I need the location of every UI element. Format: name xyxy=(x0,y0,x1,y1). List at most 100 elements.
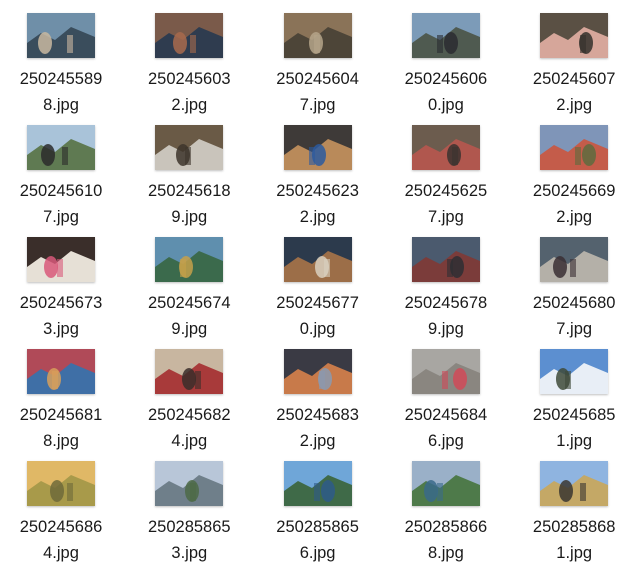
file-name-line-1: 250285865 xyxy=(148,518,231,536)
file-item[interactable]: 250245606 0.jpg xyxy=(383,13,509,123)
photo-thumbnail-icon[interactable] xyxy=(283,349,352,394)
photo-thumbnail-icon[interactable] xyxy=(27,461,95,506)
file-name-line-1: 250245677 xyxy=(276,294,359,312)
file-name-line-1: 250285866 xyxy=(404,518,488,536)
photo-thumbnail-icon[interactable] xyxy=(411,13,480,58)
file-name-line-1: 250245603 xyxy=(148,70,231,88)
photo-thumbnail-icon[interactable] xyxy=(283,13,352,58)
file-name-line-1: 250245589 xyxy=(19,70,103,88)
file-name-label: 250245607 2.jpg xyxy=(511,66,633,118)
file-item[interactable]: 250245677 0.jpg xyxy=(255,237,381,347)
file-item[interactable]: 250245686 4.jpg xyxy=(0,461,124,571)
file-item[interactable]: 250245681 8.jpg xyxy=(0,349,124,459)
file-name-label: 250245625 7.jpg xyxy=(383,178,509,230)
photo-thumbnail-icon[interactable] xyxy=(155,13,224,58)
photo-thumbnail-icon[interactable] xyxy=(155,125,224,170)
photo-thumbnail-icon[interactable] xyxy=(155,237,224,282)
photo-thumbnail-icon[interactable] xyxy=(540,461,609,506)
file-name-line-1: 250245604 xyxy=(276,70,359,88)
photo-thumbnail-icon[interactable] xyxy=(540,237,609,282)
photo-thumbnail-icon[interactable] xyxy=(27,237,95,282)
file-name-label: 250245610 7.jpg xyxy=(0,178,124,230)
file-name-label: 250245604 7.jpg xyxy=(255,66,381,118)
file-name-line-1: 250245685 xyxy=(532,406,616,424)
file-item[interactable]: 250245589 8.jpg xyxy=(0,13,124,123)
file-item[interactable]: 250245685 1.jpg xyxy=(511,349,633,459)
file-name-line-2: 0.jpg xyxy=(428,96,464,114)
photo-thumbnail-icon[interactable] xyxy=(411,237,480,282)
file-name-line-1: 250245673 xyxy=(19,294,103,312)
file-item[interactable]: 250245682 4.jpg xyxy=(126,349,252,459)
photo-thumbnail-icon[interactable] xyxy=(283,237,352,282)
file-item[interactable]: 250285865 6.jpg xyxy=(255,461,381,571)
file-item[interactable]: 250245604 7.jpg xyxy=(255,13,381,123)
file-item[interactable]: 250245607 2.jpg xyxy=(511,13,633,123)
file-name-label: 250245677 0.jpg xyxy=(255,290,381,342)
file-item[interactable]: 250245625 7.jpg xyxy=(383,125,509,235)
file-item[interactable]: 250245673 3.jpg xyxy=(0,237,124,347)
file-item[interactable]: 250285866 8.jpg xyxy=(383,461,509,571)
file-name-label: 250245674 9.jpg xyxy=(126,290,252,342)
file-name-line-1: 250245680 xyxy=(532,294,616,312)
file-name-line-2: 1.jpg xyxy=(556,432,593,450)
file-name-line-2: 3.jpg xyxy=(171,544,208,562)
file-item[interactable]: 250245680 7.jpg xyxy=(511,237,633,347)
file-item[interactable]: 250245674 9.jpg xyxy=(126,237,252,347)
file-name-label: 250245678 9.jpg xyxy=(383,290,509,342)
photo-thumbnail-icon[interactable] xyxy=(27,349,95,394)
file-item[interactable]: 250245623 2.jpg xyxy=(255,125,381,235)
file-name-line-2: 6.jpg xyxy=(428,432,464,450)
file-name-label: 250285866 8.jpg xyxy=(383,514,509,566)
file-name-line-1: 250245623 xyxy=(276,182,359,200)
file-name-line-2: 7.jpg xyxy=(556,320,593,338)
file-item[interactable]: 250245618 9.jpg xyxy=(126,125,252,235)
file-name-line-2: 3.jpg xyxy=(43,320,79,338)
file-item[interactable]: 250245610 7.jpg xyxy=(0,125,124,235)
file-name-line-2: 8.jpg xyxy=(43,432,79,450)
file-name-label: 250245589 8.jpg xyxy=(0,66,124,118)
photo-thumbnail-icon[interactable] xyxy=(27,125,95,170)
file-name-line-2: 6.jpg xyxy=(299,544,336,562)
file-name-line-1: 250245684 xyxy=(404,406,488,424)
photo-thumbnail-icon[interactable] xyxy=(27,13,95,58)
file-name-label: 250245680 7.jpg xyxy=(511,290,633,342)
photo-thumbnail-icon[interactable] xyxy=(411,461,480,506)
file-name-line-1: 250245681 xyxy=(19,406,103,424)
photo-thumbnail-icon[interactable] xyxy=(411,125,480,170)
file-name-line-2: 2.jpg xyxy=(556,208,593,226)
file-name-line-2: 8.jpg xyxy=(428,544,464,562)
file-name-line-2: 9.jpg xyxy=(171,208,208,226)
file-name-label: 250245669 2.jpg xyxy=(511,178,633,230)
file-name-line-2: 7.jpg xyxy=(428,208,464,226)
file-name-label: 250245683 2.jpg xyxy=(255,402,381,454)
photo-thumbnail-icon[interactable] xyxy=(155,461,224,506)
file-name-line-2: 9.jpg xyxy=(428,320,464,338)
file-item[interactable]: 250245669 2.jpg xyxy=(511,125,633,235)
file-name-line-1: 250245678 xyxy=(404,294,488,312)
file-name-line-2: 7.jpg xyxy=(299,96,336,114)
file-name-line-1: 250285865 xyxy=(276,518,359,536)
file-name-line-2: 2.jpg xyxy=(171,96,208,114)
file-name-line-1: 250245686 xyxy=(19,518,103,536)
file-item[interactable]: 250245683 2.jpg xyxy=(255,349,381,459)
file-name-line-2: 7.jpg xyxy=(43,208,79,226)
photo-thumbnail-icon[interactable] xyxy=(155,349,224,394)
photo-thumbnail-icon[interactable] xyxy=(283,125,352,170)
photo-thumbnail-icon[interactable] xyxy=(411,349,480,394)
photo-thumbnail-icon[interactable] xyxy=(540,349,609,394)
photo-thumbnail-icon[interactable] xyxy=(540,125,609,170)
file-name-line-1: 250245606 xyxy=(404,70,488,88)
file-item[interactable]: 250245678 9.jpg xyxy=(383,237,509,347)
photo-thumbnail-icon[interactable] xyxy=(283,461,352,506)
file-name-line-2: 8.jpg xyxy=(43,96,79,114)
file-item[interactable]: 250245603 2.jpg xyxy=(126,13,252,123)
file-name-line-1: 250245682 xyxy=(148,406,231,424)
file-item[interactable]: 250245684 6.jpg xyxy=(383,349,509,459)
file-name-label: 250245673 3.jpg xyxy=(0,290,124,342)
file-name-line-2: 9.jpg xyxy=(171,320,208,338)
photo-thumbnail-icon[interactable] xyxy=(540,13,609,58)
file-item[interactable]: 250285868 1.jpg xyxy=(511,461,633,571)
file-name-label: 250285868 1.jpg xyxy=(511,514,633,566)
file-item[interactable]: 250285865 3.jpg xyxy=(126,461,252,571)
file-name-line-1: 250285868 xyxy=(532,518,616,536)
